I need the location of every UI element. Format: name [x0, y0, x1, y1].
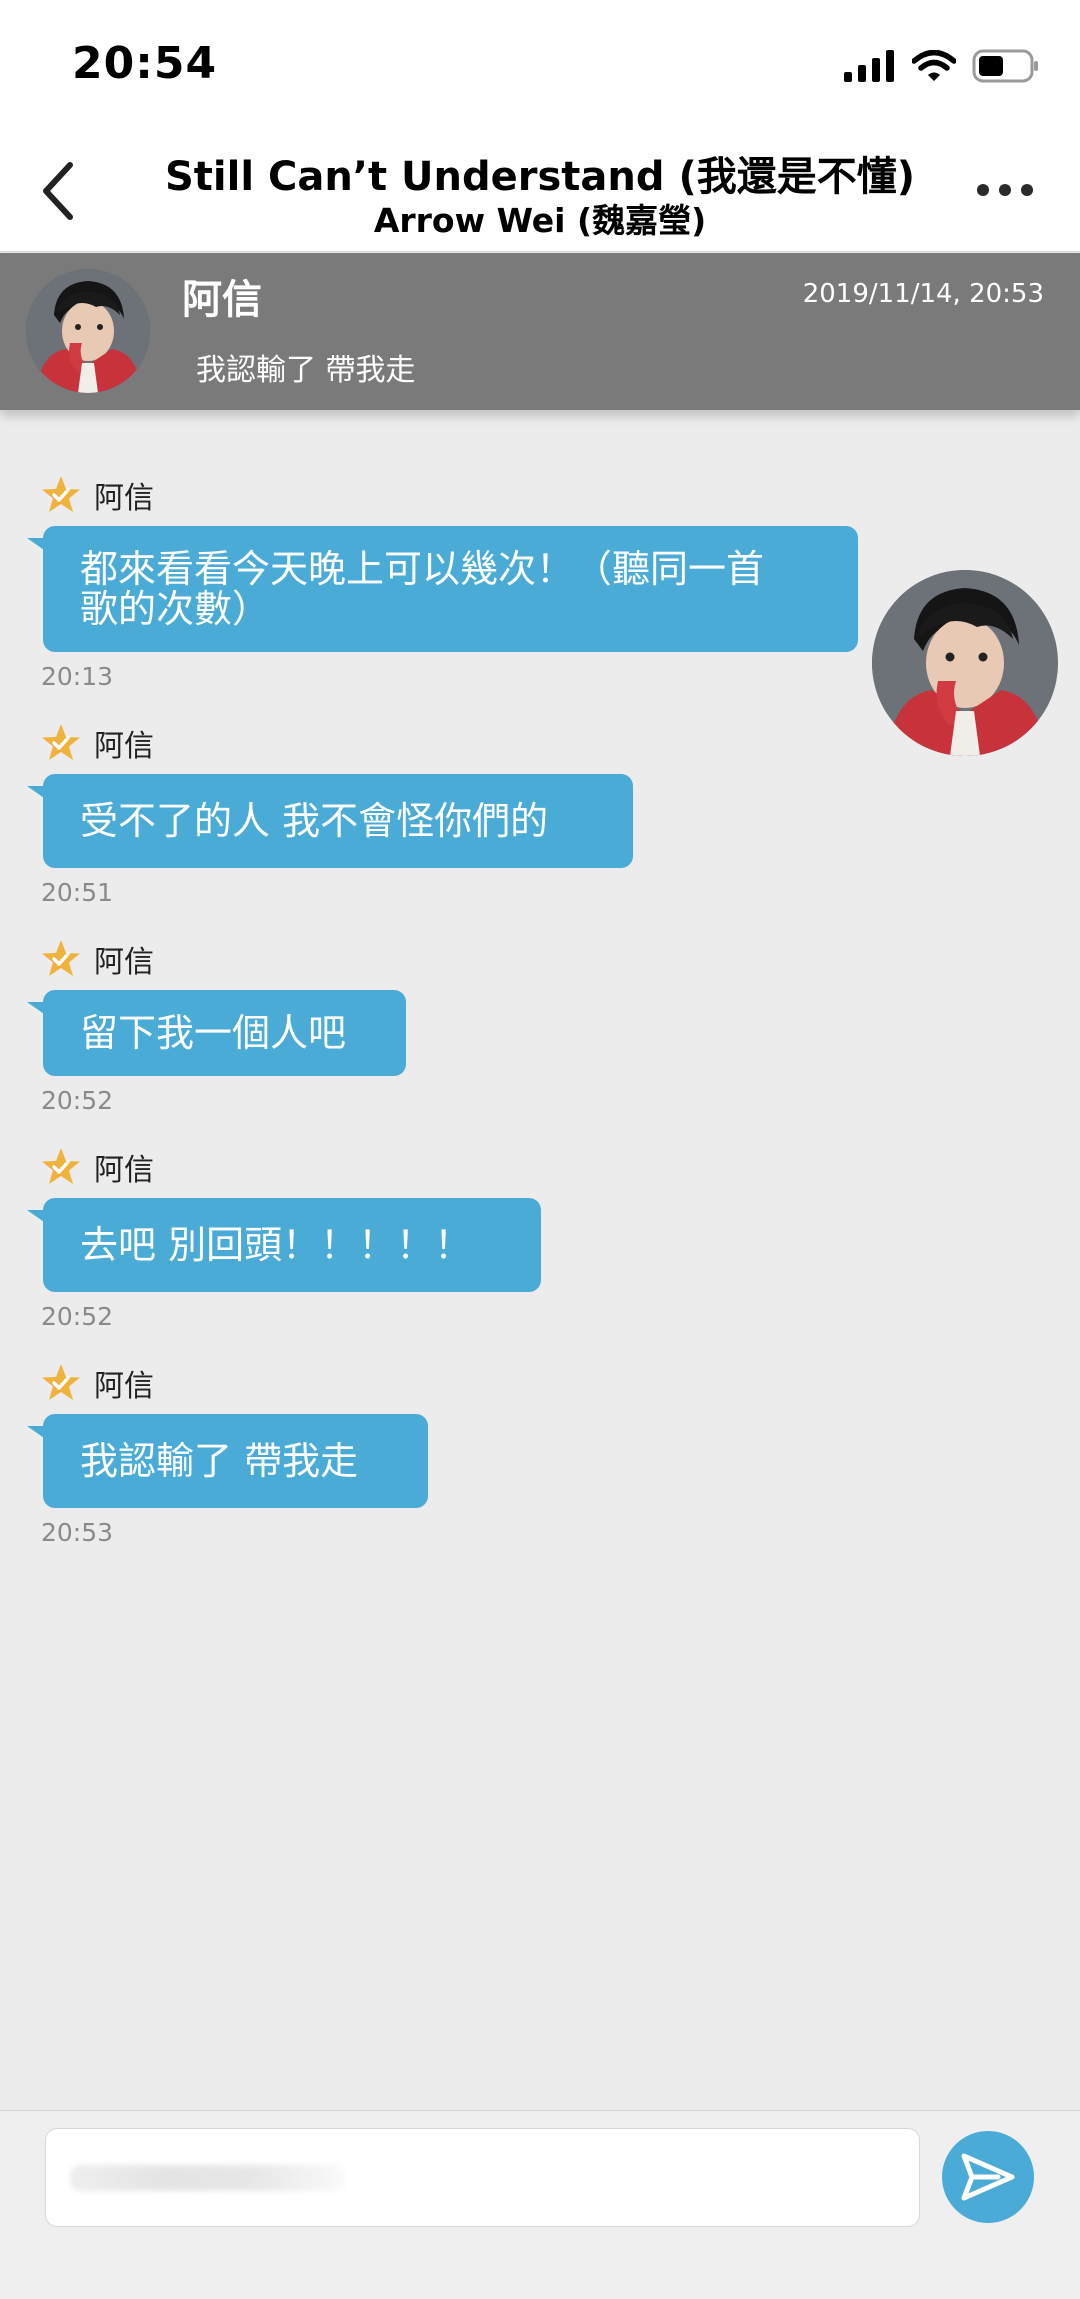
message-text: 留下我一個人吧 [80, 1011, 347, 1055]
battery-icon [972, 49, 1038, 83]
verified-star-icon [42, 476, 80, 512]
more-horizontal-icon [977, 184, 989, 196]
pinned-message-banner[interactable]: 阿信 2019/11/14, 20:53 我認輸了 帶我走 [0, 253, 1080, 410]
message-time: 20:53 [41, 1518, 114, 1547]
message-time: 20:52 [41, 1302, 114, 1331]
back-button[interactable] [28, 156, 88, 226]
message-composer [0, 2110, 1080, 2299]
status-time: 20:54 [72, 38, 218, 89]
message-time: 20:13 [41, 662, 114, 691]
avatar [26, 269, 150, 393]
message-sender: 阿信 [40, 720, 154, 766]
message-text: 受不了的人 我不會怪你們的 [80, 799, 549, 843]
message-sender: 阿信 [40, 936, 154, 982]
message-bubble[interactable]: 受不了的人 我不會怪你們的 [27, 774, 633, 868]
message-time: 20:51 [41, 878, 114, 907]
avatar[interactable] [872, 570, 1058, 756]
message-sender: 阿信 [40, 1144, 154, 1190]
verified-star-icon [42, 940, 80, 976]
pinned-sender-name: 阿信 [182, 277, 262, 323]
chevron-left-icon [43, 162, 73, 220]
message-bubble[interactable]: 我認輸了 帶我走 [27, 1414, 428, 1508]
artist-name: Arrow Wei (魏嘉瑩) [373, 201, 707, 240]
message-bubble[interactable]: 都來看看今天晚上可以幾次！（聽同一首 歌的次數） [27, 526, 858, 652]
message-text: 我認輸了 帶我走 [80, 1439, 359, 1483]
signal-icon [844, 50, 894, 82]
blurred-draft [70, 2165, 345, 2191]
sender-name: 阿信 [94, 1369, 154, 1404]
wifi-icon [912, 50, 956, 81]
status-bar: 20:54 [0, 0, 1080, 130]
send-button[interactable] [942, 2131, 1034, 2223]
verified-star-icon [42, 1148, 80, 1184]
message-sender: 阿信 [40, 1360, 154, 1406]
message-bubble[interactable]: 留下我一個人吧 [27, 990, 406, 1076]
pinned-message-text: 我認輸了 帶我走 [196, 353, 416, 388]
sender-name: 阿信 [94, 1153, 154, 1188]
message-bubble[interactable]: 去吧 別回頭！！！！！ [27, 1198, 541, 1292]
verified-star-icon [42, 1364, 80, 1400]
sender-name: 阿信 [94, 481, 154, 516]
sender-name: 阿信 [94, 729, 154, 764]
message-time: 20:52 [41, 1086, 114, 1115]
message-list[interactable]: 阿信 都來看看今天晚上可以幾次！（聽同一首 歌的次數） 20:13 阿信 受不了… [0, 410, 1080, 2110]
sender-name: 阿信 [94, 945, 154, 980]
pinned-timestamp: 2019/11/14, 20:53 [802, 279, 1044, 309]
chat-header: Still Can’t Understand (我還是不懂) Arrow Wei… [0, 130, 1080, 252]
message-sender: 阿信 [40, 472, 154, 518]
send-icon [961, 2153, 1015, 2201]
verified-star-icon [42, 724, 80, 760]
more-options-button[interactable] [970, 170, 1040, 210]
message-text: 去吧 別回頭！！！！！ [80, 1223, 473, 1267]
status-icons [844, 46, 1040, 86]
message-text: 都來看看今天晚上可以幾次！（聽同一首 歌的次數） [80, 547, 765, 631]
